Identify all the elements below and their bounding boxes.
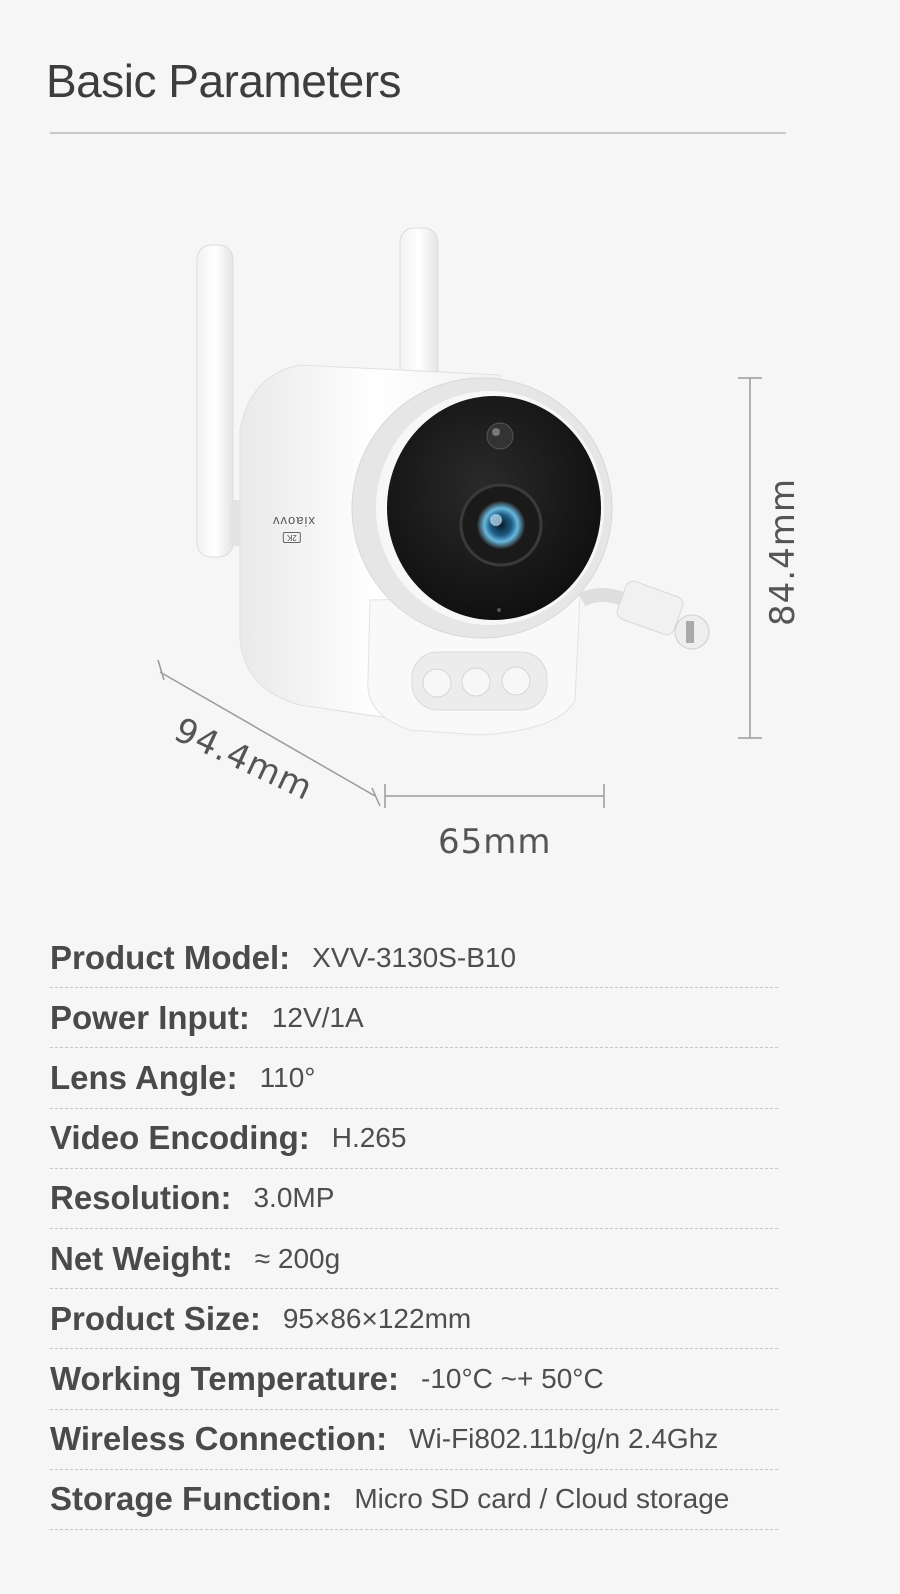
spec-row-video-encoding: Video Encoding: H.265	[50, 1109, 778, 1169]
spec-label: Wireless Connection:	[50, 1420, 388, 1458]
ir-led-1	[422, 668, 452, 698]
spec-label: Product Size:	[50, 1299, 261, 1337]
spec-label: Lens Angle:	[50, 1058, 238, 1096]
spec-row-power-input: Power Input: 12V/1A	[50, 988, 778, 1049]
light-sensor	[486, 422, 514, 450]
spec-value: ≈ 200g	[254, 1242, 341, 1274]
spec-row-resolution: Resolution: 3.0MP	[50, 1169, 778, 1229]
spec-label: Power Input:	[50, 998, 250, 1036]
spec-label: Storage Function:	[50, 1480, 333, 1518]
spec-row-storage-function: Storage Function: Micro SD card / Cloud …	[50, 1470, 778, 1530]
ir-led-2	[461, 667, 491, 697]
spec-value: 110°	[259, 1061, 316, 1093]
power-cable	[578, 588, 628, 607]
spec-value: XVV-3130S-B10	[312, 941, 517, 973]
spec-value: H.265	[331, 1122, 407, 1154]
page: Basic Parameters xiaovv 2K 84.4mm 65mm 9…	[0, 0, 900, 1594]
resolution-badge: 2K	[283, 532, 301, 543]
spec-value: 95×86×122mm	[282, 1302, 472, 1334]
spec-row-product-model: Product Model: XVV-3130S-B10	[50, 928, 778, 989]
spec-label: Product Model:	[50, 938, 291, 976]
lens	[477, 501, 525, 549]
spec-table: Product Model: XVV-3130S-B10 Power Input…	[50, 928, 778, 1530]
product-image	[157, 227, 762, 808]
spec-value: -10°C ~+ 50°C	[421, 1362, 604, 1394]
spec-row-lens-angle: Lens Angle: 110°	[50, 1048, 778, 1109]
brand-logo: xiaovv	[272, 514, 315, 529]
spec-value: Wi-Fi802.11b/g/n 2.4Ghz	[409, 1423, 719, 1455]
spec-value: Micro SD card / Cloud storage	[354, 1483, 730, 1515]
spec-value: 3.0MP	[253, 1182, 335, 1214]
microphone	[497, 608, 501, 612]
power-connector	[616, 580, 684, 636]
spec-label: Net Weight:	[50, 1239, 233, 1277]
spec-label: Resolution:	[50, 1179, 232, 1217]
spec-row-working-temperature: Working Temperature: -10°C ~+ 50°C	[50, 1349, 778, 1410]
spec-label: Working Temperature:	[50, 1359, 399, 1397]
antenna-left	[196, 244, 234, 558]
spec-row-product-size: Product Size: 95×86×122mm	[50, 1289, 778, 1350]
dimension-width-label: 65mm	[438, 822, 552, 862]
dimension-height-label: 84.4mm	[763, 478, 803, 626]
antenna-right	[399, 227, 439, 389]
spec-row-net-weight: Net Weight: ≈ 200g	[50, 1229, 778, 1290]
spec-label: Video Encoding:	[50, 1119, 310, 1157]
ir-led-3	[501, 666, 531, 696]
spec-row-wireless-connection: Wireless Connection: Wi-Fi802.11b/g/n 2.…	[50, 1410, 778, 1470]
spec-value: 12V/1A	[271, 1001, 364, 1033]
